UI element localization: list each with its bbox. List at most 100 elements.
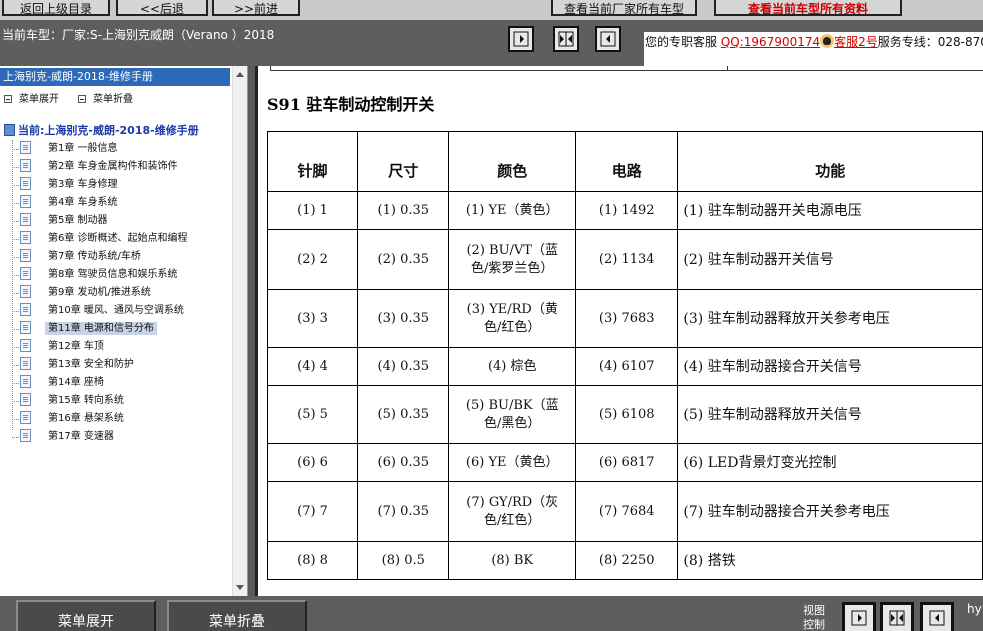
table-cell: (4) 6107 (574, 347, 679, 386)
chapter-label: 第4章 车身系统 (48, 197, 118, 208)
sidebar: 上海别克-威朗-2018-维修手册 菜单展开 菜单折叠 当前:上海别克-威朗-2… (0, 66, 248, 596)
chapter-label: 第3章 车身修理 (48, 179, 118, 190)
forward-button[interactable]: >>前进 (212, 0, 300, 16)
book-icon (4, 124, 15, 136)
view-control-label: 视图控制 (803, 604, 825, 631)
document-icon (20, 249, 31, 262)
table-cell: (4) 驻车制动器接合开关信号 (677, 347, 983, 386)
bottom-collapse-button[interactable]: 菜单折叠 (167, 600, 307, 631)
table-header-row: 针脚 尺寸 颜色 电路 功能 (266, 131, 983, 192)
table-cell: (3) 驻车制动器释放开关参考电压 (677, 289, 983, 348)
view-left-pane-button[interactable] (508, 26, 534, 52)
table-cell: (4) 棕色 (448, 347, 576, 386)
table-cell: (5) 驻车制动器释放开关信号 (677, 385, 983, 444)
document-icon (20, 321, 31, 334)
service-prefix: 您的专职客服 (645, 35, 718, 49)
sidebar-scrollbar[interactable] (232, 66, 247, 596)
chapter-item[interactable]: 第11章 电源和信号分布 (12, 320, 232, 338)
table-cell: (1) YE（黄色） (448, 191, 576, 230)
kefu-link[interactable]: 客服2号 (834, 35, 878, 49)
column-header: 针脚 (266, 131, 359, 192)
chapter-label: 第14章 座椅 (48, 377, 104, 388)
expand-menu-link[interactable]: 菜单展开 (4, 90, 59, 105)
manual-title[interactable]: 上海别克-威朗-2018-维修手册 (0, 68, 230, 86)
chapter-item[interactable]: 第14章 座椅 (12, 374, 232, 392)
scroll-up-icon[interactable] (236, 72, 244, 77)
chapter-item[interactable]: 第9章 发动机/推进系统 (12, 284, 232, 302)
chapter-item[interactable]: 第5章 制动器 (12, 212, 232, 230)
document-icon (20, 429, 31, 442)
bottom-expand-button[interactable]: 菜单展开 (16, 600, 156, 631)
table-cell: (1) 驻车制动器开关电源电压 (677, 191, 983, 230)
table-row: (4) 4 (4) 0.35 (4) 棕色 (4) 6107 (4) 驻车制动器接合开关… (266, 347, 983, 386)
chapter-item[interactable]: 第2章 车身金属构件和装饰件 (12, 158, 232, 176)
pane-right-icon (513, 31, 529, 47)
table-cell: (1) 1492 (574, 191, 679, 230)
table-row: (7) 7 (7) 0.35 (7) GY/RD（灰色/红色） (7) 7684 (7)… (266, 481, 983, 542)
table-cell: (1) 0.35 (357, 191, 450, 230)
chapter-item[interactable]: 第15章 转向系统 (12, 392, 232, 410)
chapter-label: 第9章 发动机/推进系统 (48, 287, 151, 298)
table-cell: (2) 1134 (574, 229, 679, 290)
expand-icon (4, 95, 12, 103)
chapter-item[interactable]: 第1章 一般信息 (12, 140, 232, 158)
table-cell: (2) 驻车制动器开关信号 (677, 229, 983, 290)
document-icon (20, 411, 31, 424)
chapter-label: 第1章 一般信息 (48, 143, 118, 154)
view-all-model-material-button[interactable]: 查看当前车型所有资料 (714, 0, 902, 16)
chapter-label: 第11章 电源和信号分布 (45, 322, 157, 335)
table-cell: (7) 7684 (574, 481, 679, 542)
chapter-item[interactable]: 第13章 安全和防护 (12, 356, 232, 374)
table-cell: (2) 0.35 (357, 229, 450, 290)
pane-left-icon (600, 31, 616, 47)
document-icon (20, 393, 31, 406)
document-icon (20, 267, 31, 280)
back-to-parent-button[interactable]: 返回上级目录 (2, 0, 110, 16)
chapter-item[interactable]: 第10章 暖风、通风与空调系统 (12, 302, 232, 320)
collapse-menu-link[interactable]: 菜单折叠 (78, 90, 133, 105)
table-cell: (7) 驻车制动器接合开关参考电压 (677, 481, 983, 542)
chapter-label: 第8章 驾驶员信息和娱乐系统 (48, 269, 178, 280)
table-cell: (5) BU/BK（蓝色/黑色） (448, 385, 576, 444)
document-icon (20, 159, 31, 172)
chapter-item[interactable]: 第7章 传动系统/车桥 (12, 248, 232, 266)
chapter-label: 第12章 车顶 (48, 341, 104, 352)
chapter-label: 第2章 车身金属构件和装饰件 (48, 161, 178, 172)
bottom-bar: 菜单展开 菜单折叠 视图控制 hy (0, 596, 983, 631)
chapter-item[interactable]: 第4章 车身系统 (12, 194, 232, 212)
table-cell: (2) BU/VT（蓝色/紫罗兰色） (448, 229, 576, 290)
chapter-item[interactable]: 第6章 诊断概述、起始点和编程 (12, 230, 232, 248)
view-manufacturer-models-button[interactable]: 查看当前厂家所有车型 (551, 0, 697, 16)
pane-split-icon (558, 31, 574, 47)
column-header: 电路 (574, 131, 679, 192)
expand-menu-label: 菜单展开 (19, 94, 59, 105)
table-cell: (6) LED背景灯变光控制 (677, 443, 983, 482)
document-icon (20, 339, 31, 352)
table-cell: (1) 1 (266, 191, 359, 230)
table-cell: (8) 搭铁 (677, 541, 983, 580)
collapse-menu-label: 菜单折叠 (93, 94, 133, 105)
pane-left-icon (929, 610, 945, 626)
chapter-item[interactable]: 第17章 变速器 (12, 428, 232, 446)
penguin-icon (820, 34, 835, 48)
chapter-item[interactable]: 第8章 驾驶员信息和娱乐系统 (12, 266, 232, 284)
chapter-label: 第6章 诊断概述、起始点和编程 (48, 233, 188, 244)
view-split-pane-button[interactable] (553, 26, 579, 52)
chapter-item[interactable]: 第16章 悬架系统 (12, 410, 232, 428)
chapter-item[interactable]: 第3章 车身修理 (12, 176, 232, 194)
current-manual-node[interactable]: 当前:上海别克-威朗-2018-维修手册 (4, 122, 199, 138)
table-cell: (8) 0.5 (357, 541, 450, 580)
chapter-label: 第7章 传动系统/车桥 (48, 251, 141, 262)
scroll-down-icon[interactable] (236, 585, 244, 590)
document-icon (20, 231, 31, 244)
previous-table-edge (270, 66, 983, 71)
view-right-pane-button[interactable] (595, 26, 621, 52)
qq-link[interactable]: QQ:1967900174 (721, 35, 820, 49)
bottom-view-right-button[interactable] (842, 602, 876, 631)
bottom-view-left-button[interactable] (920, 602, 954, 631)
bottom-view-split-button[interactable] (880, 602, 914, 631)
back-button[interactable]: <<后退 (116, 0, 208, 16)
document-icon (20, 285, 31, 298)
chapter-item[interactable]: 第12章 车顶 (12, 338, 232, 356)
trailing-text: hy (967, 602, 982, 616)
